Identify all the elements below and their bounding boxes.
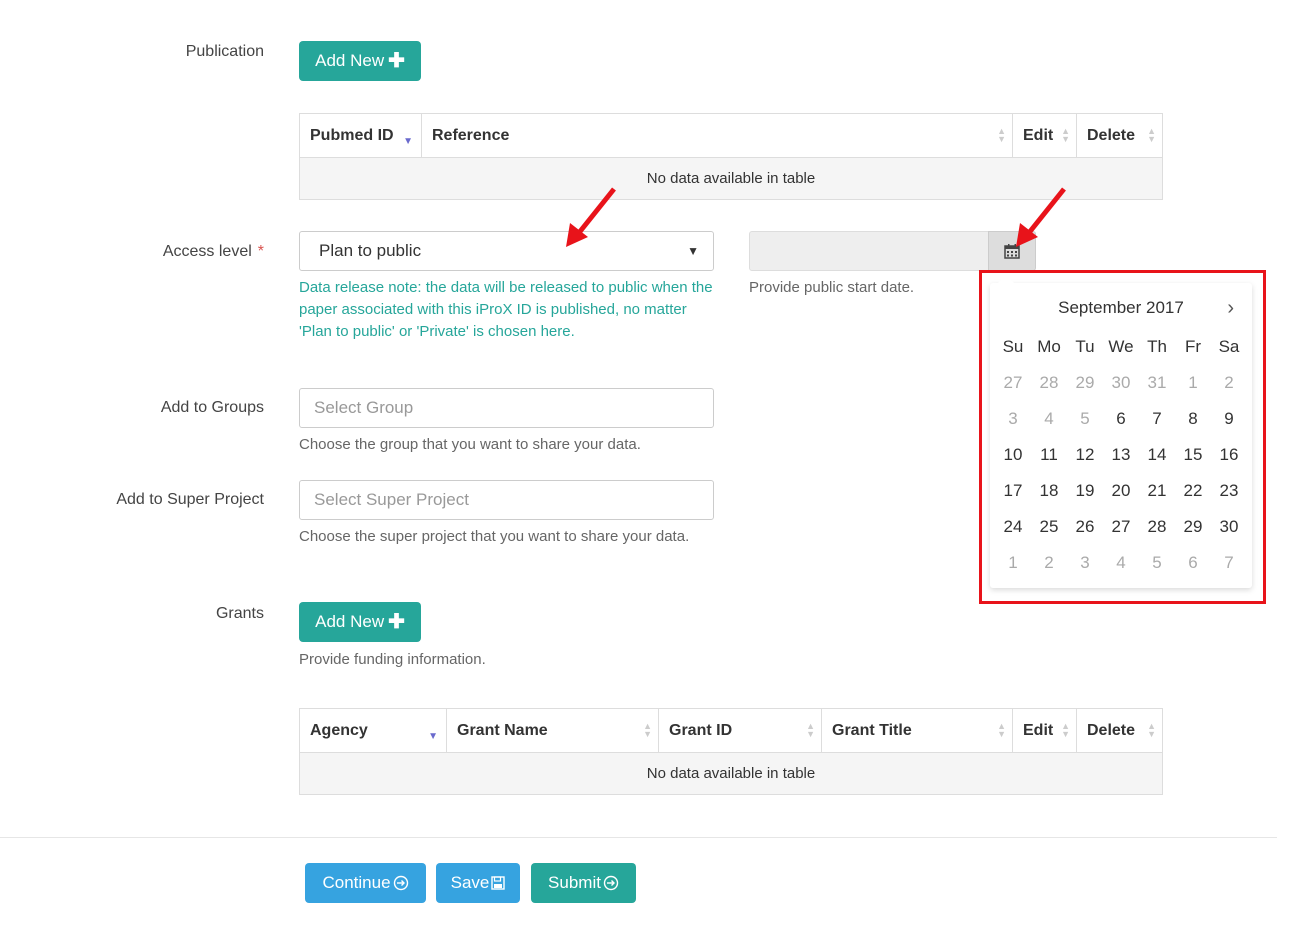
- grants-add-new-button[interactable]: Add New ✚: [299, 602, 421, 642]
- super-project-select[interactable]: Select Super Project: [299, 480, 714, 520]
- column-header-reference[interactable]: Reference ▲ ▼: [421, 113, 1013, 158]
- column-header-agency[interactable]: Agency ▼: [299, 708, 447, 753]
- column-header-pubmed-id[interactable]: Pubmed ID ▼: [299, 113, 422, 158]
- publication-label: Publication: [185, 43, 264, 60]
- empty-table-message: No data available in table: [299, 752, 1163, 795]
- column-header-delete[interactable]: Delete ▲ ▼: [1076, 113, 1163, 158]
- grants-add-new-label: Add New: [315, 612, 385, 631]
- access-level-value: Plan to public: [319, 241, 422, 260]
- access-level-note: Data release note: the data will be rele…: [299, 279, 713, 340]
- annotation-arrow-icon: [1016, 187, 1066, 247]
- column-header-edit[interactable]: Edit ▲ ▼: [1012, 113, 1077, 158]
- required-marker: *: [257, 243, 264, 260]
- super-project-placeholder: Select Super Project: [314, 490, 469, 509]
- sort-desc-icon: ▼: [403, 136, 413, 147]
- column-header-edit[interactable]: Edit ▲ ▼: [1012, 708, 1077, 753]
- grants-help: Provide funding information.: [299, 651, 486, 668]
- sort-icon: ▲ ▼: [806, 721, 815, 739]
- column-header-grant-title[interactable]: Grant Title ▲ ▼: [821, 708, 1013, 753]
- annotation-highlight-box: [979, 270, 1266, 604]
- access-level-select[interactable]: Plan to public ▼: [299, 231, 714, 271]
- circle-arrow-right-icon: [393, 875, 408, 891]
- circle-arrow-right-icon: [603, 875, 619, 891]
- plus-icon: ✚: [388, 611, 405, 633]
- continue-label: Continue: [322, 873, 391, 892]
- sort-icon: ▲ ▼: [997, 126, 1006, 144]
- sort-icon: ▲ ▼: [1147, 126, 1156, 144]
- save-label: Save: [450, 873, 490, 892]
- grants-table: Agency ▼ Grant Name ▲ ▼ Grant ID ▲ ▼ Grant…: [299, 708, 1163, 795]
- floppy-disk-icon: [491, 876, 506, 890]
- super-project-label: Add to Super Project: [116, 491, 264, 508]
- save-button[interactable]: Save: [436, 863, 520, 903]
- sort-icon: ▲ ▼: [997, 721, 1006, 739]
- column-header-delete[interactable]: Delete ▲ ▼: [1076, 708, 1163, 753]
- sort-icon: ▲ ▼: [1061, 721, 1070, 739]
- group-select[interactable]: Select Group: [299, 388, 714, 428]
- column-header-grant-name[interactable]: Grant Name ▲ ▼: [446, 708, 659, 753]
- super-project-help: Choose the super project that you want t…: [299, 528, 690, 545]
- annotation-arrow-icon: [566, 187, 616, 247]
- submit-label: Submit: [548, 873, 601, 892]
- submit-button[interactable]: Submit: [531, 863, 636, 903]
- continue-button[interactable]: Continue: [305, 863, 426, 903]
- group-select-placeholder: Select Group: [314, 398, 414, 417]
- sort-icon: ▲ ▼: [643, 721, 652, 739]
- grants-label: Grants: [215, 605, 264, 622]
- column-header-grant-id[interactable]: Grant ID ▲ ▼: [658, 708, 822, 753]
- groups-help: Choose the group that you want to share …: [299, 436, 641, 453]
- public-date-help: Provide public start date.: [749, 279, 915, 296]
- publication-add-new-button[interactable]: Add New ✚: [299, 41, 421, 81]
- access-level-label: Access level *: [162, 243, 264, 260]
- sort-desc-icon: ▼: [428, 731, 438, 742]
- plus-icon: ✚: [388, 50, 405, 72]
- publication-add-new-label: Add New: [315, 51, 385, 70]
- groups-label: Add to Groups: [160, 399, 264, 416]
- public-date-input[interactable]: [749, 231, 989, 271]
- dropdown-caret-icon: ▼: [687, 244, 699, 258]
- sort-icon: ▲ ▼: [1147, 721, 1156, 739]
- sort-icon: ▲ ▼: [1061, 126, 1070, 144]
- footer-divider: [0, 837, 1277, 838]
